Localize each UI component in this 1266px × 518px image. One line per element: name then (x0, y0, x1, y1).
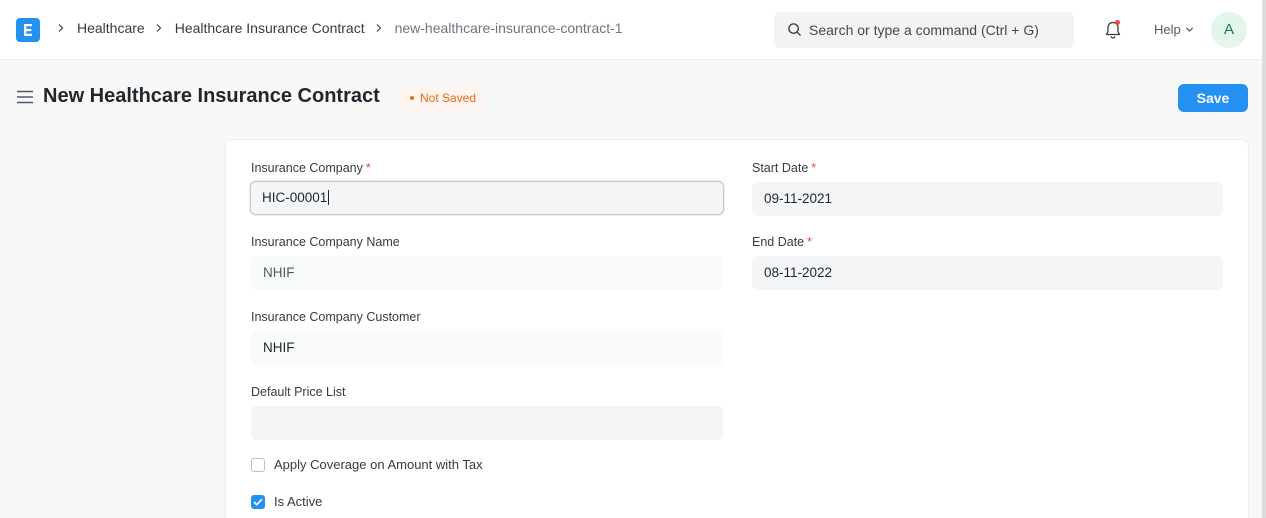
required-marker: * (807, 235, 812, 249)
text-caret (328, 189, 330, 205)
user-avatar[interactable]: A (1211, 12, 1247, 48)
breadcrumb-healthcare[interactable]: Healthcare (77, 20, 145, 36)
logo-e-icon (24, 24, 32, 36)
insurance-company-customer-label: Insurance Company Customer (251, 310, 421, 324)
chevron-right-icon (154, 23, 169, 33)
notification-badge (1115, 20, 1120, 25)
navbar: Healthcare Healthcare Insurance Contract… (0, 0, 1262, 60)
start-date-field[interactable]: 09-11-2021 (752, 182, 1223, 216)
start-date-label: Start Date * (752, 161, 817, 175)
required-marker: * (365, 161, 371, 175)
status-label: Not Saved (420, 91, 477, 105)
form-card: Insurance Company * HIC-00001 Insurance C… (225, 139, 1249, 518)
breadcrumb-doctype[interactable]: Healthcare Insurance Contract (175, 20, 365, 36)
end-date-label: End Date * (752, 235, 812, 249)
help-label: Help (1154, 22, 1181, 37)
is-active-label: Is Active (274, 494, 323, 509)
app-logo[interactable] (16, 18, 40, 42)
required-marker: * (811, 161, 817, 175)
apply-coverage-checkbox[interactable] (251, 457, 265, 472)
check-icon (253, 498, 263, 506)
default-price-list-field[interactable] (251, 406, 723, 440)
search-icon (787, 22, 802, 42)
insurance-company-value: HIC-00001 (262, 190, 328, 205)
search-bar (774, 12, 1074, 48)
chevron-right-icon (56, 23, 71, 33)
apply-coverage-label: Apply Coverage on Amount with Tax (274, 457, 483, 472)
insurance-company-label: Insurance Company * (251, 161, 371, 175)
apply-coverage-checkbox-row[interactable]: Apply Coverage on Amount with Tax (251, 457, 483, 472)
breadcrumb: Healthcare Healthcare Insurance Contract… (56, 20, 632, 36)
insurance-company-field[interactable]: HIC-00001 (250, 181, 724, 215)
chevron-right-icon (374, 23, 389, 33)
chevron-down-icon (1185, 27, 1193, 32)
insurance-company-name-field: NHIF (251, 256, 723, 290)
is-active-checkbox[interactable] (251, 494, 265, 509)
status-dot (410, 96, 414, 100)
search-input[interactable] (809, 12, 1067, 48)
status-badge: Not Saved (401, 86, 485, 110)
is-active-checkbox-row[interactable]: Is Active (251, 494, 322, 509)
breadcrumb-current: new-healthcare-insurance-contract-1 (394, 20, 623, 36)
save-button[interactable]: Save (1178, 84, 1248, 112)
default-price-list-label: Default Price List (251, 385, 346, 399)
page-title: New Healthcare Insurance Contract (43, 85, 380, 107)
help-dropdown[interactable]: Help (1154, 22, 1194, 37)
scrollbar[interactable] (1262, 0, 1266, 518)
insurance-company-name-label: Insurance Company Name (251, 235, 400, 249)
sidebar-toggle-icon[interactable] (17, 90, 33, 109)
end-date-field[interactable]: 08-11-2022 (752, 256, 1223, 290)
insurance-company-customer-field[interactable]: NHIF (251, 331, 723, 365)
